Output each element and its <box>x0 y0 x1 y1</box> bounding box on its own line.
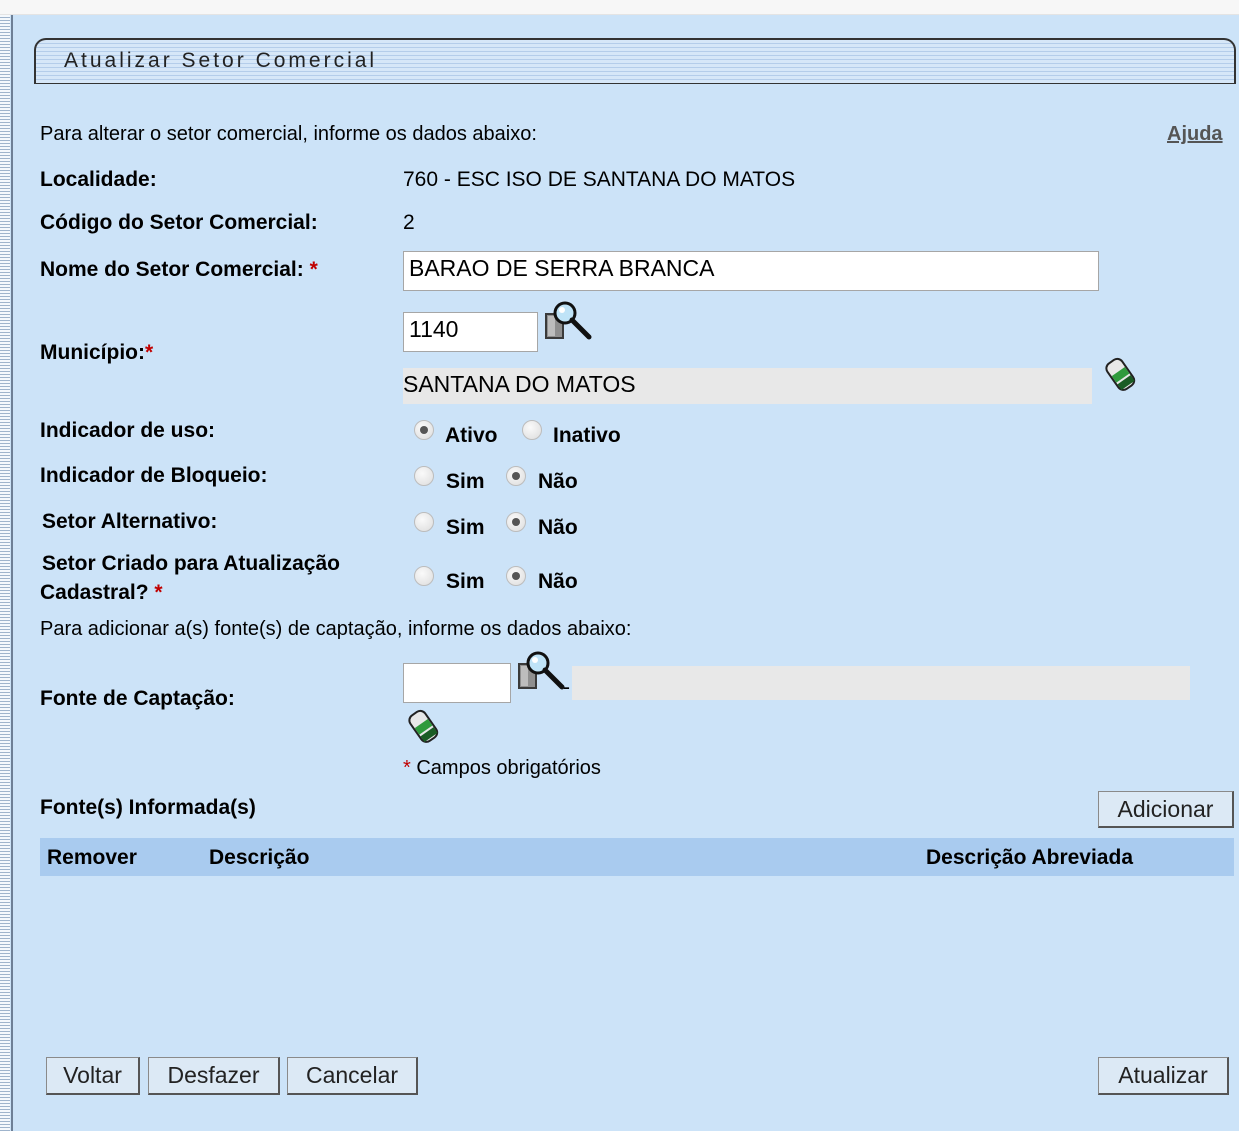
indicador-uso-label: Indicador de uso: <box>40 419 216 442</box>
setor-alternativo-label: Setor Alternativo: <box>42 510 218 533</box>
codigo-label: Código do Setor Comercial: <box>40 211 318 234</box>
voltar-button[interactable]: Voltar <box>46 1057 140 1095</box>
nome-setor-input[interactable]: BARAO DE SERRA BRANCA <box>403 251 1099 291</box>
column-header-descricao[interactable]: Descrição <box>209 846 309 870</box>
radio-alternativo-sim[interactable] <box>414 512 434 532</box>
fonte-separator: - <box>563 676 570 699</box>
required-note: * Campos obrigatórios <box>403 757 601 780</box>
fontes-informadas-label: Fonte(s) Informada(s) <box>40 796 256 819</box>
radio-bloqueio-sim[interactable] <box>414 466 434 486</box>
fonte-captacao-label: Fonte de Captação: <box>40 687 235 710</box>
setor-criado-label-line1: Setor Criado para Atualização <box>42 552 340 575</box>
radio-criado-nao-label: Não <box>538 570 578 593</box>
desfazer-button[interactable]: Desfazer <box>148 1057 280 1095</box>
required-mark: * <box>403 757 411 779</box>
left-frame-line <box>11 15 13 1131</box>
radio-alternativo-sim-label: Sim <box>446 516 485 539</box>
nome-label-text: Nome do Setor Comercial: <box>40 258 304 281</box>
setor-criado-label-text: Cadastral? <box>40 581 149 604</box>
radio-alternativo-nao[interactable] <box>506 512 526 532</box>
nome-label: Nome do Setor Comercial: * <box>40 258 318 282</box>
column-header-descricao-abreviada[interactable]: Descrição Abreviada <box>926 846 1133 870</box>
fontes-table-header: Remover Descrição Descrição Abreviada <box>40 838 1234 876</box>
radio-uso-inativo-label: Inativo <box>553 424 621 447</box>
radio-criado-sim[interactable] <box>414 566 434 586</box>
municipio-name-display: SANTANA DO MATOS <box>403 368 1092 404</box>
required-note-text: Campos obrigatórios <box>416 757 601 779</box>
radio-criado-sim-label: Sim <box>446 570 485 593</box>
radio-uso-ativo[interactable] <box>414 420 434 440</box>
help-link[interactable]: Ajuda <box>1167 123 1223 146</box>
magnifier-search-icon[interactable] <box>517 650 565 692</box>
fonte-captacao-description-display <box>572 666 1190 700</box>
radio-alternativo-nao-label: Não <box>538 516 578 539</box>
page-title: Atualizar Setor Comercial <box>64 49 378 72</box>
radio-criado-nao[interactable] <box>506 566 526 586</box>
municipio-label-text: Município: <box>40 341 145 364</box>
fonte-captacao-code-input[interactable] <box>403 663 511 703</box>
municipio-label: Município:* <box>40 341 153 365</box>
atualizar-button[interactable]: Atualizar <box>1098 1057 1229 1095</box>
indicador-bloqueio-label: Indicador de Bloqueio: <box>40 464 268 487</box>
localidade-label: Localidade: <box>40 168 157 191</box>
adicionar-button[interactable]: Adicionar <box>1098 791 1234 828</box>
radio-bloqueio-nao[interactable] <box>506 466 526 486</box>
column-header-remover[interactable]: Remover <box>47 846 137 870</box>
radio-bloqueio-nao-label: Não <box>538 470 578 493</box>
required-mark: * <box>309 258 318 281</box>
localidade-value: 760 - ESC ISO DE SANTANA DO MATOS <box>403 168 796 191</box>
magnifier-search-icon[interactable] <box>544 300 592 342</box>
cancelar-button[interactable]: Cancelar <box>287 1057 418 1095</box>
fontes-table-body <box>40 876 1234 1036</box>
form-title-bar: Atualizar Setor Comercial <box>34 38 1236 84</box>
eraser-clear-icon[interactable] <box>403 706 443 746</box>
radio-bloqueio-sim-label: Sim <box>446 470 485 493</box>
top-strip <box>0 0 1239 15</box>
municipio-code-input[interactable]: 1140 <box>403 312 538 352</box>
setor-criado-label-line2: Cadastral? * <box>40 581 163 605</box>
radio-uso-inativo[interactable] <box>522 420 542 440</box>
fonte-intro-text: Para adicionar a(s) fonte(s) de captação… <box>40 618 632 640</box>
codigo-value: 2 <box>403 211 415 234</box>
required-mark: * <box>154 581 163 604</box>
intro-text: Para alterar o setor comercial, informe … <box>40 123 537 145</box>
left-frame-border <box>0 15 10 1131</box>
eraser-clear-icon[interactable] <box>1100 354 1140 394</box>
required-mark: * <box>144 341 154 364</box>
radio-uso-ativo-label: Ativo <box>445 424 498 447</box>
